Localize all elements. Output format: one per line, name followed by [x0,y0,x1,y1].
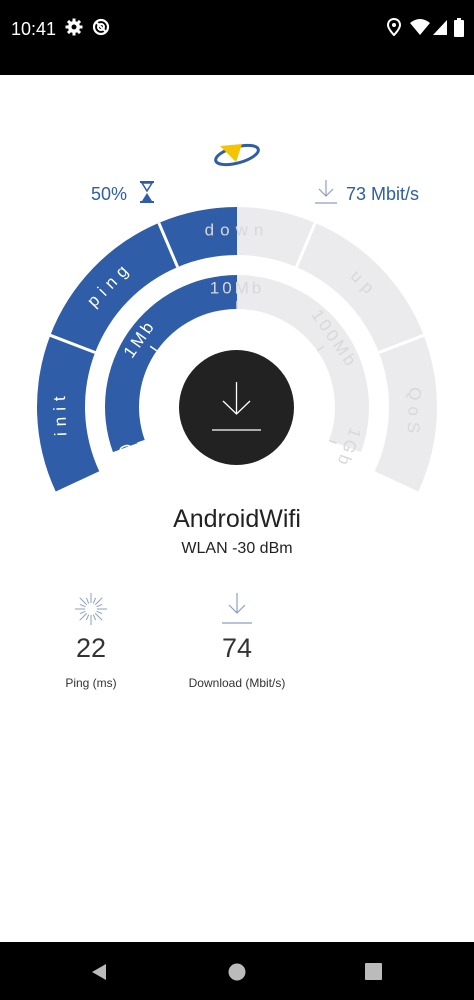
network-signal: WLAN -30 dBm [181,540,293,557]
ping-burst-ray [92,597,97,604]
download-result-icon [222,593,252,624]
ping-burst-ray [92,614,97,621]
outer-ring-label-down: down [205,220,270,239]
download-value: 74 [221,633,253,663]
start-download-button[interactable] [179,350,294,465]
ping-burst-ray [94,597,103,606]
ping-burst-ray [79,603,86,608]
ping-burst-ray [85,597,90,604]
download-icon [212,382,261,431]
cellular-signal-icon [433,20,447,35]
recents-icon[interactable] [365,963,382,980]
status-time: 10:41 [11,19,57,39]
ping-burst-ray [79,597,88,606]
outer-ring-label-QoS: QoS [404,387,425,440]
ping-burst-ray [85,614,90,621]
ping-burst-ray [94,612,103,621]
network-name: AndroidWifi [173,505,301,533]
ping-burst-ray [79,610,86,615]
download-label: Download (Mbit/s) [188,676,286,690]
back-icon[interactable] [89,962,109,982]
ping-value: 22 [75,633,107,663]
ping-burst-ray [96,610,103,615]
status-bar: 10:41 [0,0,474,75]
location-icon [387,18,401,36]
ping-burst-ray [96,603,103,608]
ping-label: Ping (ms) [65,676,117,690]
inner-ring-label-10Mb: 10Mb [210,278,265,297]
battery-icon [454,18,464,37]
navigation-bar [0,942,474,1000]
home-icon[interactable] [228,963,246,981]
sync-at-icon [92,18,110,36]
ping-burst-icon [75,593,107,625]
outer-ring-label-init: init [50,390,71,436]
ping-burst-ray [79,612,88,621]
wifi-icon [410,19,430,35]
settings-gear-icon [65,18,83,36]
